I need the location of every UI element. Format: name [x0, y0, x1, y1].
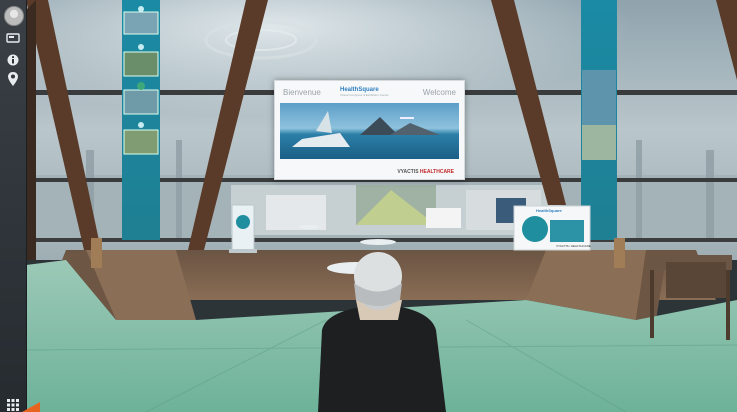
welcome-banner: Bienvenue Welcome HealthSquare Virtual C…	[274, 80, 465, 180]
banner-footer: VYACTIS HEALTHCARE	[397, 169, 454, 175]
scene-render	[26, 0, 737, 412]
location-icon[interactable]	[4, 70, 22, 88]
virtual-world-window: Bienvenue Welcome HealthSquare Virtual C…	[0, 0, 737, 412]
footer-company: VYACTIS	[397, 169, 419, 175]
logo-tagline: Virtual Congress & Exhibition Center	[340, 93, 389, 97]
booth-sign-footer: VYACTIS ⁄ HEALTHCARE	[556, 244, 591, 248]
healthsquare-logo: HealthSquare Virtual Congress & Exhibiti…	[340, 87, 389, 97]
footer-division: HEALTHCARE	[419, 169, 454, 175]
corner-accent	[22, 402, 40, 412]
banner-island-image	[280, 103, 459, 159]
info-icon[interactable]	[4, 51, 22, 69]
booth-sign-label: HealthSquare	[536, 208, 562, 213]
left-toolbar	[0, 0, 27, 412]
chat-icon[interactable]	[4, 30, 22, 48]
3d-viewport[interactable]: Bienvenue Welcome HealthSquare Virtual C…	[26, 0, 737, 412]
banner-left-word: Bienvenue	[283, 88, 321, 97]
grid-menu-icon[interactable]	[4, 396, 22, 412]
avatar-button[interactable]	[4, 6, 24, 26]
banner-right-word: Welcome	[422, 88, 456, 97]
